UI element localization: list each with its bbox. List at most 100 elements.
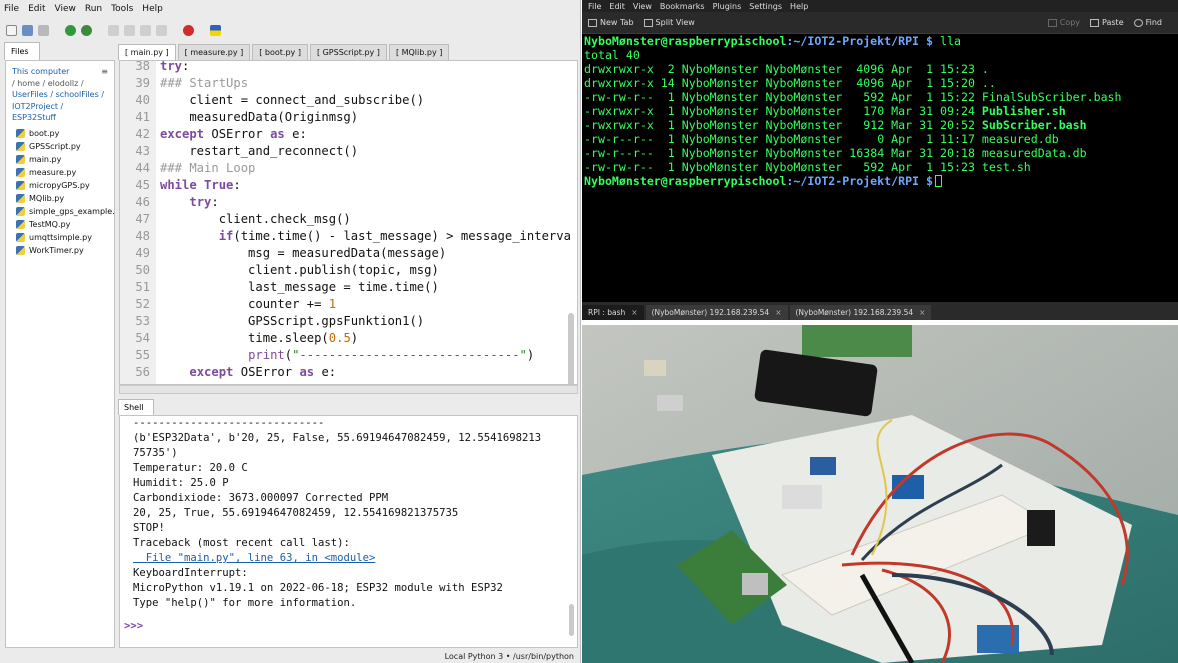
term-menu-edit[interactable]: Edit — [609, 2, 625, 11]
resume-icon[interactable] — [156, 24, 167, 36]
code-line[interactable]: 39 ### StartUps — [120, 75, 577, 92]
term-menu-settings[interactable]: Settings — [749, 2, 782, 11]
tab-main-py[interactable]: [ main.py ] — [118, 44, 176, 60]
path-part[interactable]: IOT2Project / — [12, 101, 108, 113]
code-line[interactable]: 40 client = connect_and_subscribe() — [120, 92, 577, 109]
paste-button[interactable]: Paste — [1090, 18, 1124, 27]
code-line[interactable]: 50 client.publish(topic, msg) — [120, 262, 577, 279]
menu-run[interactable]: Run — [85, 4, 102, 14]
code-line[interactable]: 44 ### Main Loop — [120, 160, 577, 177]
menu-tools[interactable]: Tools — [111, 4, 133, 14]
save-icon[interactable] — [22, 24, 33, 36]
file-item[interactable]: simple_gps_example.py — [6, 205, 114, 218]
tab-mqlib-py[interactable]: [ MQlib.py ] — [388, 44, 450, 60]
step-over-icon[interactable] — [108, 24, 119, 36]
term-menu-file[interactable]: File — [588, 2, 601, 11]
code-line[interactable]: 46 try: — [120, 194, 577, 211]
interpreter-status[interactable]: Local Python 3 • /usr/bin/python — [445, 652, 574, 661]
file-item[interactable]: TestMQ.py — [6, 218, 114, 231]
listing-filename[interactable]: . — [982, 62, 989, 76]
code-line[interactable]: 42 except OSError as e: — [120, 126, 577, 143]
step-into-icon[interactable] — [124, 24, 135, 36]
traceback-link[interactable]: File "main.py", line 63, in <module> — [133, 551, 376, 566]
close-icon[interactable]: × — [919, 308, 925, 320]
step-out-icon[interactable] — [140, 24, 151, 36]
listing-filename[interactable]: measuredData.db — [982, 146, 1087, 160]
code-line[interactable]: 47 client.check_msg() — [120, 211, 577, 228]
term-menu-help[interactable]: Help — [790, 2, 808, 11]
menu-file[interactable]: File — [4, 4, 19, 14]
copy-button[interactable]: Copy — [1047, 18, 1080, 27]
files-menu-icon[interactable]: ≡ — [101, 66, 108, 78]
run-icon[interactable] — [65, 24, 76, 36]
listing-filename[interactable]: SubScriber.bash — [982, 118, 1087, 132]
menu-edit[interactable]: Edit — [28, 4, 45, 14]
tab-gpsscript-py[interactable]: [ GPSScript.py ] — [309, 44, 387, 60]
code-line[interactable]: 41 measuredData(Originmsg) — [120, 109, 577, 126]
path-part[interactable]: / home / elodollz / — [12, 78, 108, 90]
code-line[interactable]: 55 print("------------------------------… — [120, 347, 577, 364]
new-file-icon[interactable] — [6, 24, 17, 36]
term-menu-plugins[interactable]: Plugins — [713, 2, 742, 11]
debug-icon[interactable] — [81, 24, 92, 36]
file-item[interactable]: GPSScript.py — [6, 140, 114, 153]
file-item[interactable]: micropyGPS.py — [6, 179, 114, 192]
code-line[interactable]: 48 if(time.time() - last_message) > mess… — [120, 228, 577, 245]
editor-scrollbar[interactable] — [567, 123, 575, 384]
file-name: measure.py — [29, 167, 77, 177]
open-icon[interactable] — [38, 24, 49, 36]
code-line[interactable]: 53 GPSScript.gpsFunktion1() — [120, 313, 577, 330]
files-tab[interactable]: Files — [4, 42, 40, 60]
terminal-prompt-line[interactable]: NyboMønster@raspberrypischool:~/IOT2-Pro… — [584, 174, 943, 188]
shell-prompt[interactable]: >>> — [124, 619, 143, 634]
term-menu-bookmarks[interactable]: Bookmarks — [660, 2, 705, 11]
listing-filename[interactable]: FinalSubScriber.bash — [982, 90, 1122, 104]
file-item[interactable]: main.py — [6, 153, 114, 166]
file-item[interactable]: boot.py — [6, 127, 114, 140]
code-line[interactable]: 54 time.sleep(0.5) — [120, 330, 577, 347]
listing-filename[interactable]: Publisher.sh — [982, 104, 1066, 118]
code-line[interactable]: 43 restart_and_reconnect() — [120, 143, 577, 160]
listing-filename[interactable]: measured.db — [982, 132, 1059, 146]
location-this-computer[interactable]: This computer — [12, 66, 108, 78]
code-line[interactable]: 45 while True: — [120, 177, 577, 194]
editor-horizontal-scrollbar[interactable] — [119, 385, 578, 394]
find-button[interactable]: Find — [1133, 18, 1162, 27]
code-line[interactable]: 56 except OSError as e: — [120, 364, 577, 381]
shell-tab[interactable]: Shell — [118, 399, 154, 415]
close-icon[interactable]: × — [631, 308, 637, 320]
code-editor[interactable]: 38 try: 39 ### StartUps 40 client = connect_… — [119, 60, 578, 385]
ukraine-flag-icon[interactable] — [210, 24, 221, 36]
terminal-tab-ssh-2[interactable]: (NyboMønster) 192.168.239.54 × — [789, 305, 932, 320]
shell-scrollbar[interactable] — [568, 419, 575, 644]
terminal-tab-rpi-bash[interactable]: RPI : bash × — [582, 305, 644, 320]
tab-measure-py[interactable]: [ measure.py ] — [177, 44, 251, 60]
listing-filename[interactable]: .. — [982, 76, 996, 90]
file-item[interactable]: measure.py — [6, 166, 114, 179]
path-part[interactable]: UserFiles / schoolFiles / — [12, 89, 108, 101]
stop-icon[interactable] — [183, 24, 194, 36]
close-icon[interactable]: × — [775, 308, 781, 320]
terminal-tab-ssh-1[interactable]: (NyboMønster) 192.168.239.54 × — [645, 305, 788, 320]
code-line[interactable]: 52 counter += 1 — [120, 296, 577, 313]
terminal-screen[interactable]: NyboMønster@raspberrypischool:~/IOT2-Pro… — [582, 34, 1178, 302]
file-item[interactable]: WorkTimer.py — [6, 244, 114, 257]
python-file-icon — [16, 219, 25, 229]
term-menu-view[interactable]: View — [633, 2, 652, 11]
menu-view[interactable]: View — [55, 4, 76, 14]
code-text: print("------------------------------") — [248, 348, 535, 362]
line-number: 46 — [135, 195, 150, 209]
code-line[interactable]: 51 last_message = time.time() — [120, 279, 577, 296]
menu-help[interactable]: Help — [142, 4, 163, 14]
listing-filename[interactable]: test.sh — [982, 160, 1031, 174]
code-line[interactable]: 38 try: — [120, 61, 577, 75]
file-item[interactable]: umqttsimple.py — [6, 231, 114, 244]
shell-console[interactable]: ------------------------------ (b'ESP32D… — [119, 415, 578, 648]
path-part[interactable]: ESP32Stuff — [12, 112, 108, 124]
tab-boot-py[interactable]: [ boot.py ] — [252, 44, 308, 60]
file-item[interactable]: MQlib.py — [6, 192, 114, 205]
new-tab-button[interactable]: New Tab — [588, 18, 634, 27]
terminal-listing-row: -rwxrwxr-x 1 NyboMønster NyboMønster 170… — [584, 104, 1066, 118]
split-view-button[interactable]: Split View — [643, 18, 695, 27]
code-line[interactable]: 49 msg = measuredData(message) — [120, 245, 577, 262]
